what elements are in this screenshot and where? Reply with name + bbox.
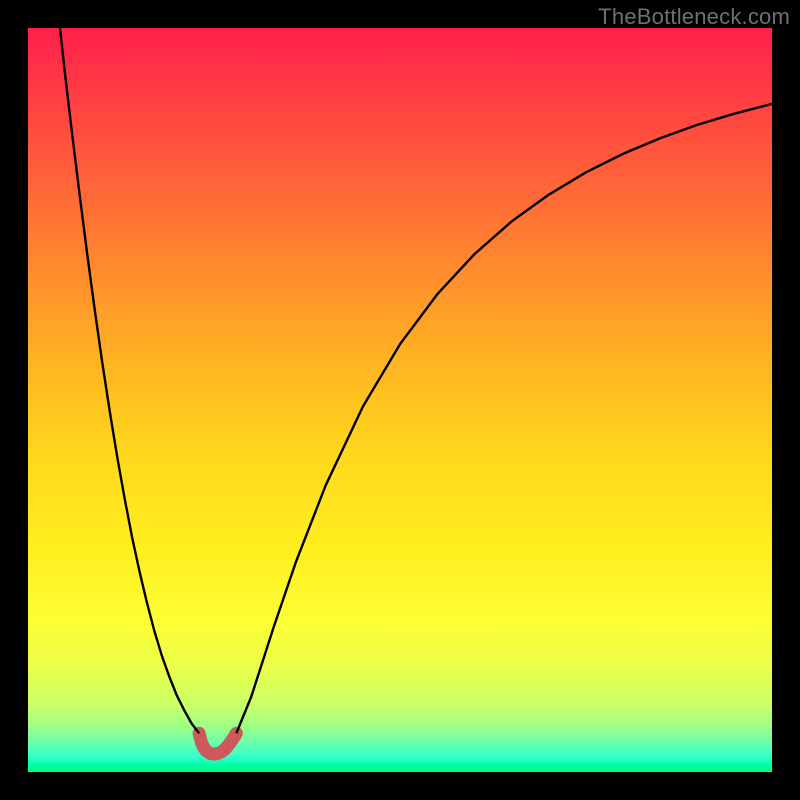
right-curve-line <box>236 104 772 733</box>
chart-plot-area <box>28 28 772 772</box>
dip-marker-line <box>199 733 236 754</box>
chart-frame: TheBottleneck.com <box>0 0 800 800</box>
watermark-text: TheBottleneck.com <box>598 4 790 30</box>
chart-svg <box>28 28 772 772</box>
left-curve-line <box>60 28 199 733</box>
